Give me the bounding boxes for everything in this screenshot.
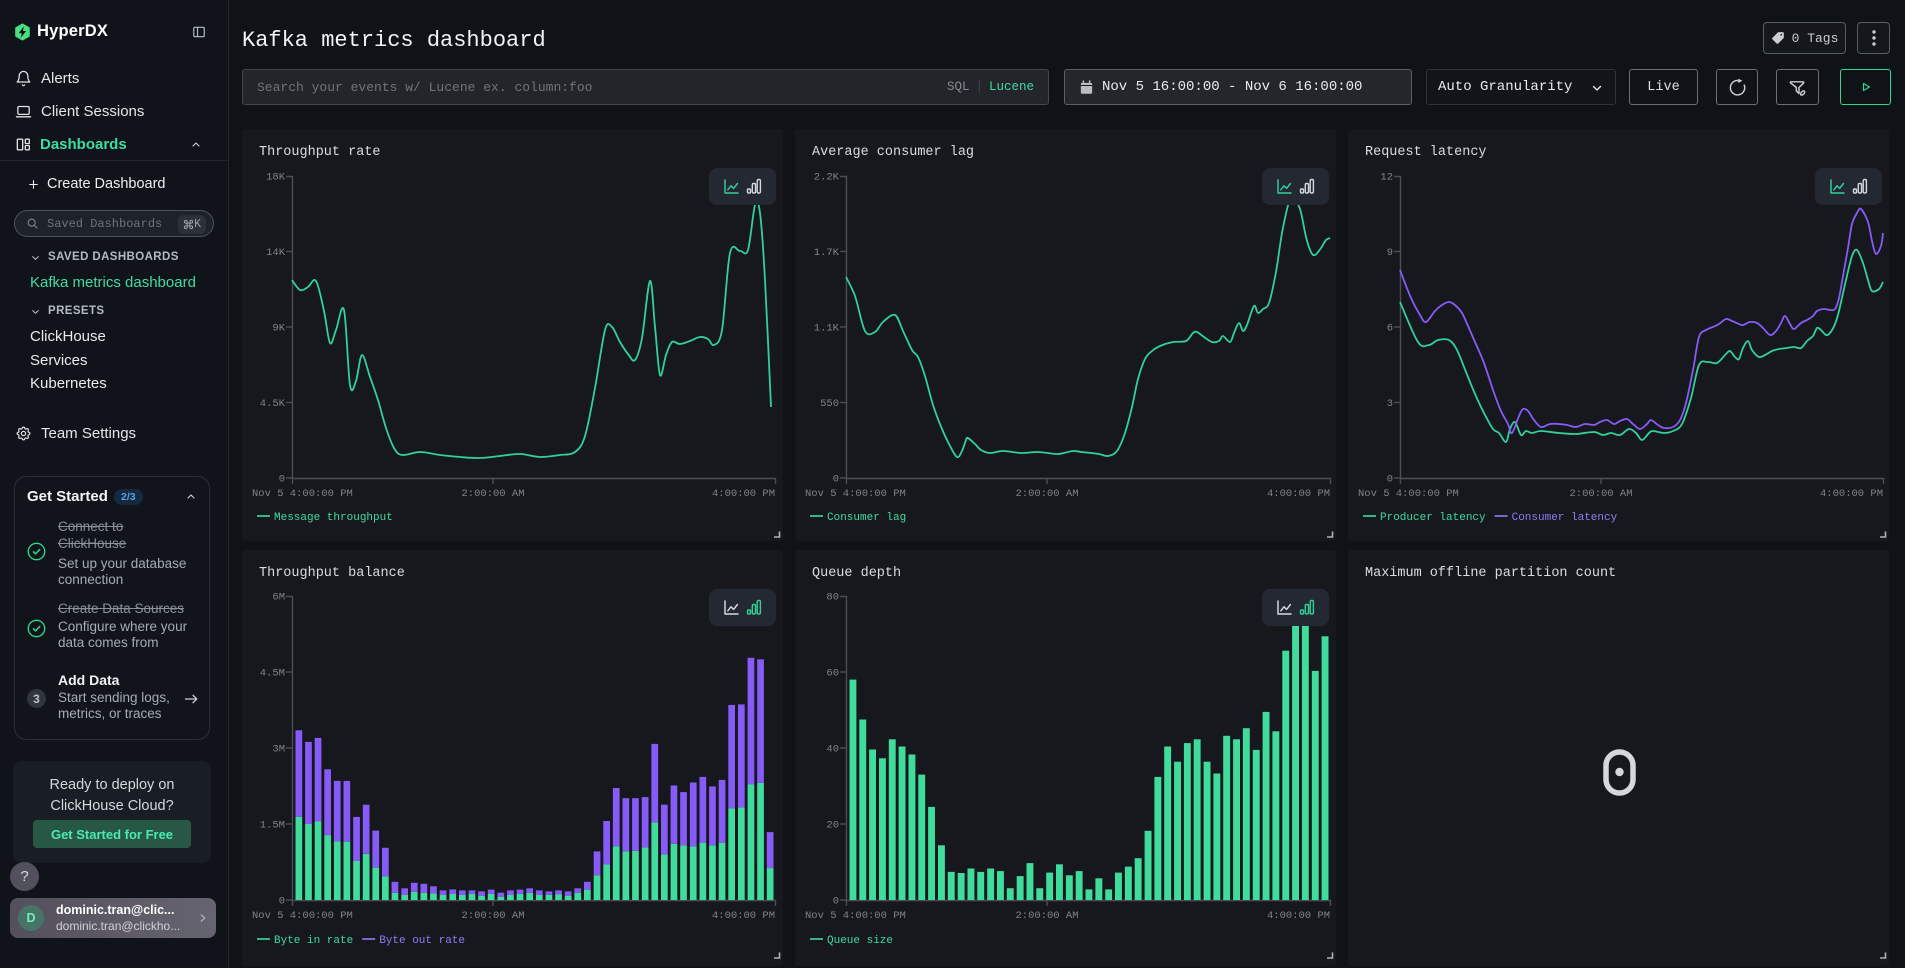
svg-text:2:00:00 AM: 2:00:00 AM (1569, 488, 1632, 500)
svg-text:Throughput balance: Throughput balance (259, 566, 405, 581)
svg-text:40: 40 (826, 744, 839, 756)
svg-text:2:00:00 AM: 2:00:00 AM (1015, 488, 1078, 500)
svg-text:9: 9 (1387, 247, 1393, 259)
svg-text:2:00:00 AM: 2:00:00 AM (1015, 910, 1078, 922)
svg-text:4:00:00 PM: 4:00:00 PM (1267, 910, 1330, 922)
svg-text:Byte out rate: Byte out rate (379, 935, 465, 947)
svg-text:Request latency: Request latency (1365, 145, 1487, 160)
svg-text:9K: 9K (272, 323, 285, 335)
svg-text:2:00:00 AM: 2:00:00 AM (461, 910, 524, 922)
svg-text:2.2K: 2.2K (814, 172, 840, 184)
svg-text:Producer latency: Producer latency (1380, 512, 1486, 524)
svg-text:2:00:00 AM: 2:00:00 AM (461, 488, 524, 500)
svg-text:Maximum offline partition coun: Maximum offline partition count (1365, 566, 1616, 581)
svg-text:Consumer latency: Consumer latency (1512, 512, 1618, 524)
svg-text:3M: 3M (272, 744, 285, 756)
svg-text:4:00:00 PM: 4:00:00 PM (1267, 488, 1330, 500)
svg-text:4.5K: 4.5K (260, 398, 286, 410)
svg-text:6: 6 (1387, 323, 1393, 335)
svg-text:Queue depth: Queue depth (812, 566, 901, 581)
svg-text:6M: 6M (272, 592, 285, 604)
svg-text:18K: 18K (266, 172, 286, 184)
svg-text:Message throughput: Message throughput (274, 512, 393, 524)
svg-text:Consumer lag: Consumer lag (827, 512, 906, 524)
svg-text:Average consumer lag: Average consumer lag (812, 145, 974, 160)
svg-text:12: 12 (1380, 172, 1393, 184)
svg-text:4:00:00 PM: 4:00:00 PM (1820, 488, 1883, 500)
svg-text:20: 20 (826, 820, 839, 832)
svg-text:4:00:00 PM: 4:00:00 PM (712, 910, 775, 922)
svg-text:1.7K: 1.7K (814, 247, 840, 259)
svg-text:4.5M: 4.5M (260, 668, 285, 680)
svg-text:0: 0 (279, 896, 285, 908)
svg-text:Nov 5 4:00:00 PM: Nov 5 4:00:00 PM (805, 910, 906, 922)
svg-text:Byte in rate: Byte in rate (274, 935, 353, 947)
svg-text:Nov 5 4:00:00 PM: Nov 5 4:00:00 PM (805, 488, 906, 500)
svg-text:Throughput rate: Throughput rate (259, 145, 381, 160)
svg-text:Nov 5 4:00:00 PM: Nov 5 4:00:00 PM (1358, 488, 1459, 500)
svg-text:0: 0 (833, 896, 839, 908)
svg-text:4:00:00 PM: 4:00:00 PM (712, 488, 775, 500)
svg-text:3: 3 (1387, 398, 1393, 410)
svg-text:80: 80 (826, 592, 839, 604)
svg-text:60: 60 (826, 668, 839, 680)
svg-text:14K: 14K (266, 247, 286, 259)
svg-text:0: 0 (1387, 474, 1393, 486)
svg-text:0: 0 (279, 474, 285, 486)
svg-text:Queue size: Queue size (827, 935, 893, 947)
svg-text:1.5M: 1.5M (260, 820, 285, 832)
svg-text:Nov 5 4:00:00 PM: Nov 5 4:00:00 PM (252, 488, 353, 500)
svg-text:0: 0 (833, 474, 839, 486)
svg-text:550: 550 (820, 398, 839, 410)
svg-text:Nov 5 4:00:00 PM: Nov 5 4:00:00 PM (252, 910, 353, 922)
svg-text:1.1K: 1.1K (814, 323, 840, 335)
